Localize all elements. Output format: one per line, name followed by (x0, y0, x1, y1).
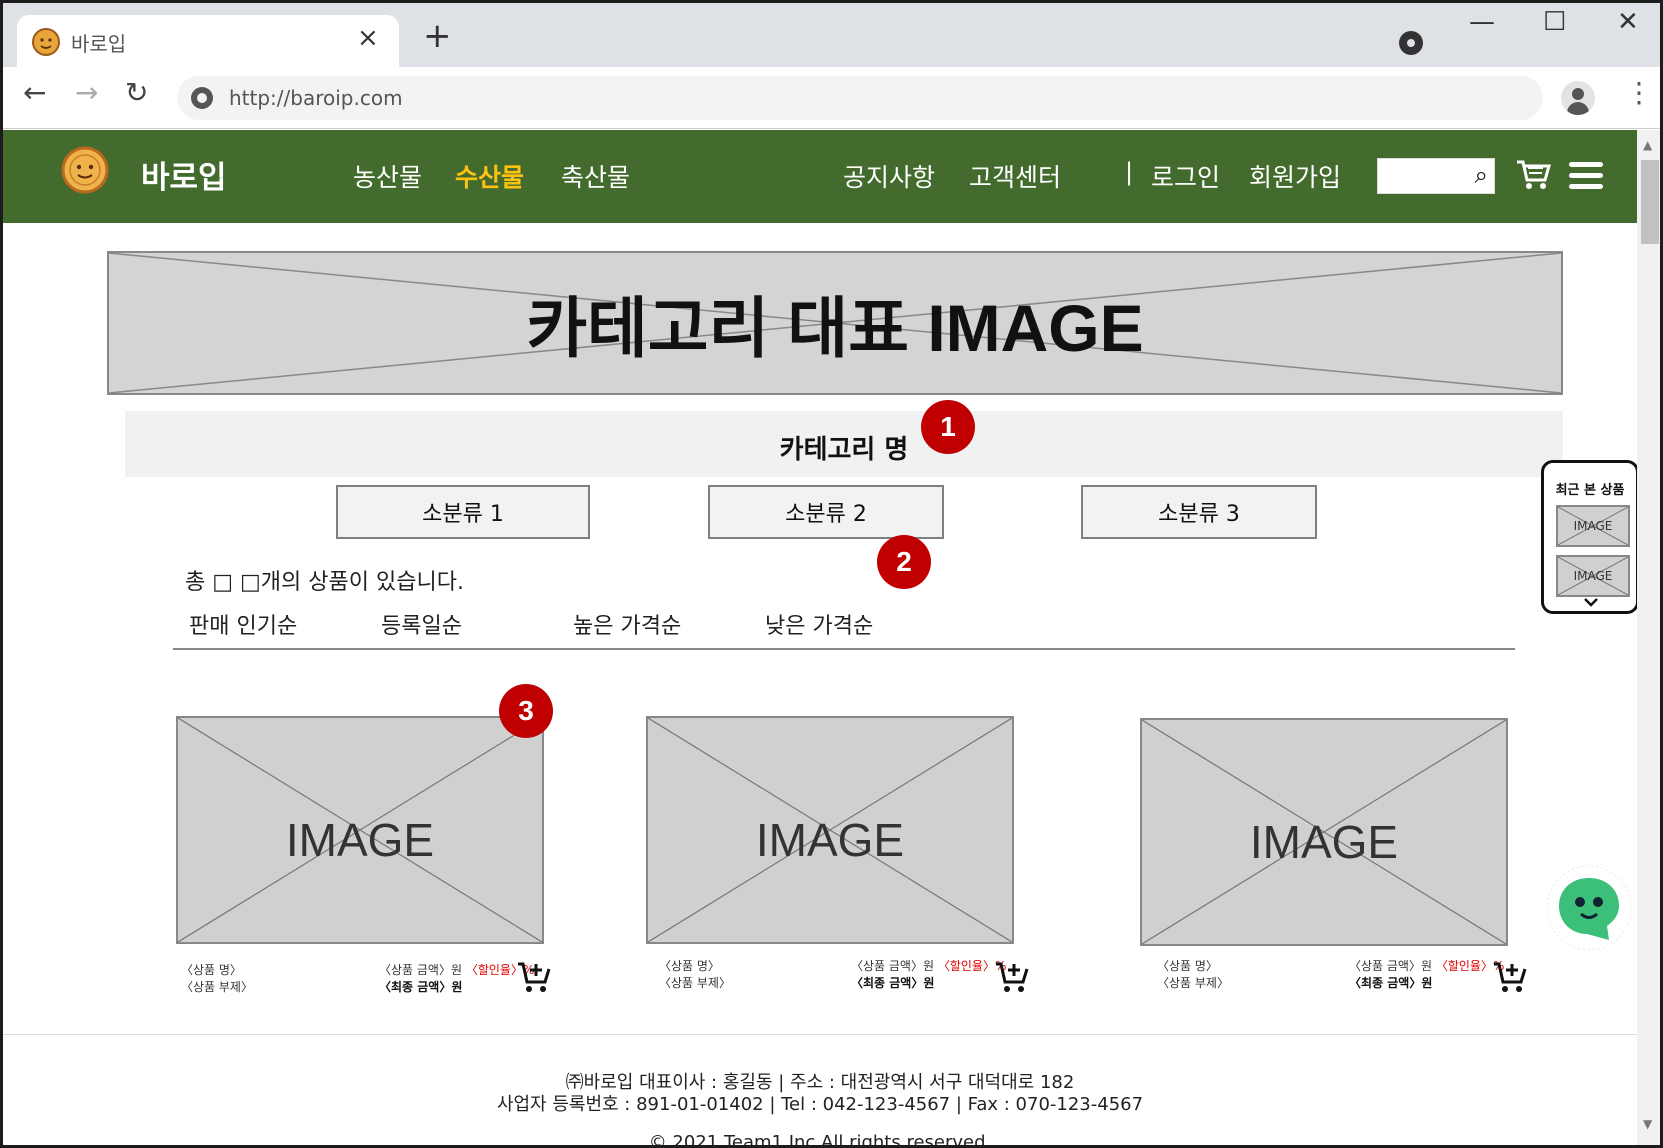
tab-strip: 바로입 × + — ☐ ✕ (3, 3, 1660, 67)
hero-text: 카테고리 대표 IMAGE (526, 291, 1144, 365)
category-name: 카테고리 명 (779, 435, 909, 465)
product-price: 〈상품 금액〉원 〈할인율〉% 〈최종 금액〉원 (1349, 958, 1504, 992)
subcategory-button-2[interactable]: 소분류 2 (708, 485, 944, 539)
browser-menu-icon[interactable]: ⋮ (1625, 79, 1653, 107)
product-image-text: IMAGE (755, 814, 905, 866)
page-viewport: 바로입 농산물 수산물 축산물 공지사항 고객센터 | 로그인 회원가입 ⌕ 카… (3, 130, 1637, 1148)
price-text: 〈상품 금액〉원 (379, 963, 466, 977)
recent-item-text: IMAGE (1573, 519, 1613, 533)
product-info[interactable]: 〈상품 명〉 〈상품 부제〉 (1157, 958, 1229, 992)
new-tab-icon[interactable]: + (423, 19, 452, 53)
hamburger-menu-icon[interactable] (1569, 162, 1603, 195)
sort-price-low[interactable]: 낮은 가격순 (765, 608, 873, 640)
tab-title: 바로입 (71, 32, 127, 56)
annotation-badge-1: 1 (921, 400, 975, 454)
price-text: 〈상품 금액〉원 (1349, 959, 1436, 973)
final-price-text: 〈최종 금액〉원 (851, 976, 935, 990)
site-info-icon[interactable] (191, 87, 213, 109)
product-subtitle: 〈상품 부제〉 (181, 980, 253, 994)
browser-window: 바로입 × + — ☐ ✕ ← → ↻ http://baroip.com ⋮ (0, 0, 1663, 1148)
url-text[interactable]: http://baroip.com (229, 86, 403, 110)
search-input[interactable]: ⌕ (1377, 158, 1495, 194)
browser-toolbar: ← → ↻ http://baroip.com ⋮ (3, 67, 1660, 129)
extension-icon[interactable] (1399, 31, 1423, 55)
site-header: 바로입 농산물 수산물 축산물 공지사항 고객센터 | 로그인 회원가입 ⌕ (3, 130, 1637, 223)
recently-viewed-panel: 최근 본 상품 IMAGE IMAGE (1541, 460, 1637, 614)
recent-item[interactable]: IMAGE (1556, 555, 1630, 597)
product-info[interactable]: 〈상품 명〉 〈상품 부제〉 (181, 962, 253, 996)
final-price-text: 〈최종 금액〉원 (1349, 976, 1433, 990)
footer-business-info: 사업자 등록번호 : 891-01-01402 | Tel : 042-123-… (496, 1094, 1144, 1115)
search-icon[interactable]: ⌕ (1475, 163, 1488, 187)
nav-support-link[interactable]: 고객센터 (969, 158, 1061, 194)
page-scrollbar[interactable]: ▲ ▼ (1637, 130, 1660, 1145)
subcategory-button-1[interactable]: 소분류 1 (336, 485, 590, 539)
product-image[interactable]: IMAGE (646, 716, 1014, 944)
nav-category-livestock[interactable]: 축산물 (561, 158, 630, 194)
nav-separator: | (1125, 158, 1134, 186)
product-image[interactable]: IMAGE (1140, 718, 1508, 946)
price-text: 〈상품 금액〉원 (851, 959, 938, 973)
tab-close-icon[interactable]: × (357, 23, 379, 53)
nav-category-seafood[interactable]: 수산물 (455, 158, 524, 194)
final-price-text: 〈최종 금액〉원 (379, 980, 463, 994)
reload-icon[interactable]: ↻ (125, 79, 148, 107)
add-to-cart-icon[interactable] (517, 960, 551, 994)
forward-icon[interactable]: → (75, 79, 98, 107)
login-link[interactable]: 로그인 (1151, 158, 1220, 194)
scroll-thumb[interactable] (1641, 160, 1659, 244)
product-price: 〈상품 금액〉원 〈할인율〉% 〈최종 금액〉원 (851, 958, 1006, 992)
add-to-cart-icon[interactable] (995, 960, 1029, 994)
minimize-icon[interactable]: — (1469, 9, 1495, 35)
annotation-badge-3: 3 (499, 684, 553, 738)
product-count-text: 총 □ □개의 상품이 있습니다. (185, 570, 464, 595)
nav-notice-link[interactable]: 공지사항 (843, 158, 935, 194)
sort-newest[interactable]: 등록일순 (381, 608, 462, 640)
product-subtitle: 〈상품 부제〉 (659, 976, 731, 990)
product-image[interactable]: IMAGE (176, 716, 544, 944)
chatbot-icon[interactable] (1545, 864, 1633, 952)
sort-price-high[interactable]: 높은 가격순 (573, 608, 681, 640)
product-name[interactable]: 〈상품 명〉 (659, 958, 731, 975)
product-price: 〈상품 금액〉원 〈할인율〉% 〈최종 금액〉원 (379, 962, 534, 996)
product-info[interactable]: 〈상품 명〉 〈상품 부제〉 (659, 958, 731, 992)
divider (173, 648, 1515, 650)
category-hero-image: 카테고리 대표 IMAGE (107, 251, 1563, 395)
category-title-band: 카테고리 명 (125, 411, 1563, 477)
product-image-text: IMAGE (1249, 816, 1399, 868)
brand-logo-icon[interactable] (59, 144, 111, 196)
address-bar[interactable]: http://baroip.com (177, 76, 1543, 120)
product-subtitle: 〈상품 부제〉 (1157, 976, 1229, 990)
footer-divider (3, 1034, 1637, 1035)
brand-logo-icon (32, 28, 60, 56)
maximize-icon[interactable]: ☐ (1543, 9, 1566, 35)
brand-name[interactable]: 바로입 (141, 152, 227, 197)
product-name[interactable]: 〈상품 명〉 (181, 962, 253, 979)
window-close-icon[interactable]: ✕ (1617, 9, 1639, 35)
browser-tab[interactable]: 바로입 × (17, 15, 399, 67)
cart-icon[interactable] (1515, 156, 1551, 192)
scroll-up-icon[interactable]: ▲ (1643, 138, 1652, 152)
back-icon[interactable]: ← (23, 79, 46, 107)
product-image-text: IMAGE (285, 814, 435, 866)
recent-item-text: IMAGE (1573, 569, 1613, 583)
sort-popular[interactable]: 판매 인기순 (189, 608, 297, 640)
nav-category-agri[interactable]: 농산물 (353, 158, 422, 194)
add-to-cart-icon[interactable] (1493, 960, 1527, 994)
signup-link[interactable]: 회원가입 (1249, 158, 1341, 194)
recently-viewed-title: 최근 본 상품 (1555, 483, 1625, 498)
account-icon[interactable] (1561, 81, 1595, 115)
annotation-badge-2: 2 (877, 535, 931, 589)
subcategory-button-3[interactable]: 소분류 3 (1081, 485, 1317, 539)
scroll-down-icon[interactable]: ▼ (1643, 1117, 1652, 1131)
footer-copyright: © 2021 Team1 Inc.All rights reserved. (648, 1132, 992, 1148)
chevron-down-icon[interactable] (1584, 595, 1598, 609)
recent-item[interactable]: IMAGE (1556, 505, 1630, 547)
product-name[interactable]: 〈상품 명〉 (1157, 958, 1229, 975)
